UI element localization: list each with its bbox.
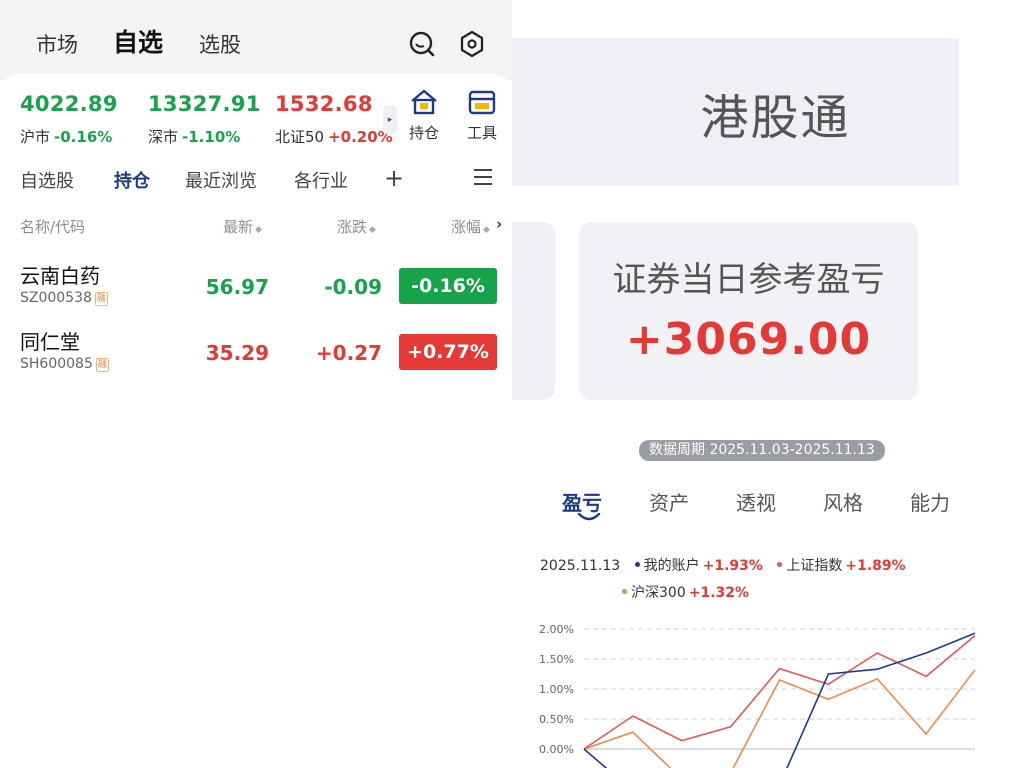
subtab-watchlist[interactable]: 自选股 xyxy=(20,170,74,194)
stock-pct-badge[interactable]: -0.16% xyxy=(399,268,497,304)
holdings-tool-button[interactable]: 持仓 xyxy=(402,88,446,143)
legend-dot xyxy=(622,589,627,594)
pnl-label: 证券当日参考盈亏 xyxy=(612,260,885,300)
sort-icon: ◆ xyxy=(483,225,490,235)
tab-stock-picker[interactable]: 选股 xyxy=(199,30,241,60)
col-header-name: 名称/代码 xyxy=(20,218,86,236)
sort-icon: ◆ xyxy=(255,225,262,235)
stock-code: SH600085 xyxy=(20,356,93,372)
search-icon[interactable] xyxy=(408,30,436,58)
table-row[interactable]: 同仁堂 SH600085 融 35.29 +0.27 +0.77% xyxy=(0,326,512,386)
add-group-button[interactable]: + xyxy=(384,166,404,190)
hk-connect-title: 港股通 xyxy=(700,90,851,146)
stock-change: -0.09 xyxy=(324,275,382,299)
stock-pct-badge[interactable]: +0.77% xyxy=(399,334,497,370)
index-value: 4022.89 xyxy=(20,92,118,116)
margin-badge: 融 xyxy=(94,292,108,306)
index-shenzhen[interactable]: 13327.91 深市 -1.10% xyxy=(148,92,261,146)
stock-code: SZ000538 xyxy=(20,290,92,306)
tool-label: 持仓 xyxy=(408,124,439,142)
tab-market[interactable]: 市场 xyxy=(36,30,78,60)
table-row[interactable]: 云南白药 SZ000538 融 56.97 -0.09 -0.16% xyxy=(0,260,512,320)
stock-price: 56.97 xyxy=(205,275,269,299)
series-line xyxy=(583,634,976,750)
daily-pnl-card[interactable]: 证券当日参考盈亏 +3069.00 xyxy=(579,222,918,400)
subtab-industry[interactable]: 各行业 xyxy=(294,170,348,194)
index-value: 13327.91 xyxy=(148,92,261,116)
legend-dot xyxy=(777,562,783,567)
legend-date: 2025.11.13 xyxy=(540,558,621,574)
account-panel: 港股通 证券当日参考盈亏 +3069.00 数据周期 2025.11.03-20… xyxy=(512,0,1024,768)
col-header-label: 涨幅 xyxy=(451,218,482,236)
legend-dot xyxy=(634,562,640,567)
sort-icon: ◆ xyxy=(369,225,376,235)
house-icon xyxy=(411,89,437,115)
chart-legend-row-1: 2025.11.13 我的账户 +1.93% 上证指数 +1.89% xyxy=(540,555,906,575)
tab-ability[interactable]: 能力 xyxy=(910,487,950,516)
col-header-change[interactable]: 涨跌 ◆ xyxy=(337,216,376,237)
y-tick-label: 1.00% xyxy=(539,683,574,696)
previous-card[interactable] xyxy=(512,222,555,400)
legend-name: 上证指数 xyxy=(786,558,843,574)
watchlist-panel: 市场 自选 选股 4022.89 沪市 -0.16% 13327.91 深市 -1.… xyxy=(0,0,512,768)
stock-change: +0.27 xyxy=(315,341,382,365)
index-name: 北证50 xyxy=(275,128,325,146)
tab-watchlist[interactable]: 自选 xyxy=(113,28,163,58)
top-nav: 市场 自选 选股 xyxy=(0,0,512,80)
legend-value: +1.89% xyxy=(845,558,906,574)
legend-name: 沪深300 xyxy=(631,585,686,601)
margin-badge: 融 xyxy=(95,358,109,372)
index-change: -0.16% xyxy=(54,128,113,146)
tab-style[interactable]: 风格 xyxy=(823,487,863,516)
pnl-value: +3069.00 xyxy=(625,314,872,365)
col-header-latest[interactable]: 最新 ◆ xyxy=(223,216,262,237)
index-shanghai[interactable]: 4022.89 沪市 -0.16% xyxy=(20,92,118,146)
settings-hex-icon[interactable] xyxy=(458,30,486,58)
index-change: -1.10% xyxy=(182,128,241,146)
y-tick-label: 0.50% xyxy=(539,713,574,726)
legend-name: 我的账户 xyxy=(643,558,700,574)
tools-button[interactable]: 工具 xyxy=(460,88,504,143)
tab-perspective[interactable]: 透视 xyxy=(736,487,776,516)
subtab-recent[interactable]: 最近浏览 xyxy=(185,170,257,194)
chevron-right-icon[interactable]: › xyxy=(496,215,502,233)
active-tab-indicator xyxy=(577,512,601,521)
tool-label: 工具 xyxy=(466,124,497,142)
watchlist-content: 4022.89 沪市 -0.16% 13327.91 深市 -1.10% 1532.… xyxy=(0,74,512,768)
toolbox-icon xyxy=(468,90,496,115)
legend-value: +1.93% xyxy=(702,558,763,574)
performance-line-chart[interactable]: 2.00% 1.50% 1.00% 0.50% 0.00% xyxy=(512,600,1024,768)
more-indices-arrow-icon[interactable]: ▸ xyxy=(383,106,397,134)
data-period-badge: 数据周期 2025.11.03-2025.11.13 xyxy=(639,440,885,461)
legend-value: +1.32% xyxy=(688,585,750,601)
tab-assets[interactable]: 资产 xyxy=(649,487,689,516)
chart-legend-row-2: 沪深300 +1.32% xyxy=(612,582,749,602)
y-tick-label: 1.50% xyxy=(539,653,574,666)
menu-icon[interactable] xyxy=(474,168,492,193)
index-value: 1532.68 xyxy=(275,92,373,116)
y-tick-label: 0.00% xyxy=(539,743,574,756)
stock-price: 35.29 xyxy=(205,341,269,365)
col-header-pct[interactable]: 涨幅 ◆ xyxy=(451,216,490,237)
y-tick-label: 2.00% xyxy=(539,623,574,636)
index-bse50[interactable]: 1532.68 北证50 +0.20% xyxy=(275,92,393,146)
index-name: 深市 xyxy=(148,128,179,146)
index-name: 沪市 xyxy=(20,128,51,146)
stock-name: 云南白药 xyxy=(20,264,100,288)
series-line xyxy=(583,632,976,768)
stock-name: 同仁堂 xyxy=(20,330,80,354)
col-header-label: 涨跌 xyxy=(337,218,368,236)
col-header-label: 最新 xyxy=(223,218,254,236)
subtab-holdings[interactable]: 持仓 xyxy=(114,170,150,194)
